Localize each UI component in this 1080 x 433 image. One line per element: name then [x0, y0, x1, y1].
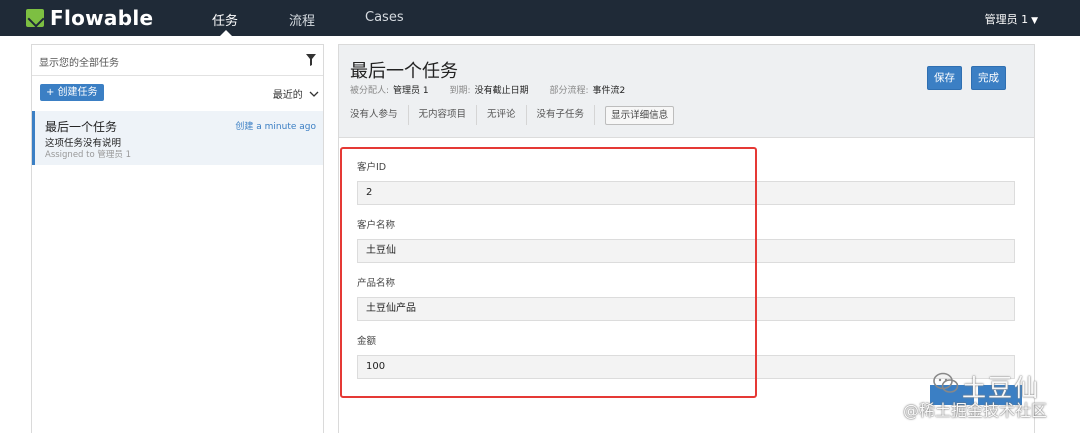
tab-people[interactable]: 没有人参与 — [350, 105, 409, 125]
nav-tab-cases[interactable]: Cases — [365, 10, 404, 25]
task-item-description: 这项任务没有说明 — [45, 138, 122, 149]
show-details-button[interactable]: 显示详细信息 — [605, 105, 675, 125]
task-list-panel: 显示您的全部任务 + 创建任务 最近的 最后一个任务 创建 a minute a… — [31, 44, 324, 433]
complete-button[interactable]: 完成 — [971, 66, 1006, 90]
task-meta: 被分配人: 管理员 1 到期: 没有截止日期 部分流程: 事件流2 — [350, 83, 643, 96]
task-item-name: 最后一个任务 — [45, 120, 118, 134]
process-value[interactable]: 事件流2 — [593, 86, 626, 96]
sort-dropdown[interactable]: 最近的 — [273, 86, 319, 101]
flowable-logo[interactable]: Flowable — [26, 6, 153, 30]
process-label: 部分流程: — [549, 86, 589, 96]
assignee-label: 被分配人: — [350, 86, 390, 96]
logo-text: Flowable — [50, 6, 154, 30]
task-detail-tabs: 没有人参与 无内容项目 无评论 没有子任务 显示详细信息 — [350, 105, 675, 125]
task-item-assignee: Assigned to 管理员 1 — [45, 150, 131, 160]
tab-comments[interactable]: 无评论 — [487, 105, 527, 125]
watermark-community: @稀土掘金技术社区 — [903, 401, 1048, 420]
due-label: 到期: — [449, 86, 471, 96]
highlight-annotation — [340, 147, 757, 398]
active-tab-caret-icon — [220, 30, 232, 36]
sort-label: 最近的 — [272, 90, 303, 101]
wechat-logo-icon — [933, 372, 959, 393]
task-filter[interactable]: 显示您的全部任务 — [32, 45, 323, 76]
task-list-item[interactable]: 最后一个任务 创建 a minute ago 这项任务没有说明 Assigned… — [32, 111, 323, 165]
due-value[interactable]: 没有截止日期 — [475, 86, 529, 96]
filter-funnel-icon[interactable] — [306, 54, 316, 66]
assignee-value[interactable]: 管理员 1 — [393, 86, 429, 96]
save-button[interactable]: 保存 — [927, 66, 962, 90]
user-name: 管理员 1 — [984, 13, 1029, 26]
nav-tab-tasks[interactable]: 任务 — [212, 10, 238, 29]
top-navbar: Flowable 任务 流程 Cases 管理员 1 ▼ — [0, 0, 1080, 36]
task-list-actions: + 创建任务 最近的 — [32, 76, 323, 110]
tab-content[interactable]: 无内容项目 — [419, 105, 478, 125]
create-task-button[interactable]: + 创建任务 — [40, 84, 104, 101]
tab-subtasks[interactable]: 没有子任务 — [537, 105, 596, 125]
chevron-down-icon — [309, 91, 319, 97]
task-title: 最后一个任务 — [350, 61, 458, 82]
chevron-down-icon: ▼ — [1031, 16, 1038, 26]
flowable-logo-icon — [26, 9, 44, 27]
task-header: 最后一个任务 被分配人: 管理员 1 到期: 没有截止日期 部分流程: 事件流2 保存… — [339, 45, 1034, 138]
user-menu[interactable]: 管理员 1 ▼ — [985, 11, 1038, 27]
nav-tab-processes[interactable]: 流程 — [289, 10, 315, 29]
filter-label: 显示您的全部任务 — [39, 58, 119, 69]
task-item-created: 创建 a minute ago — [235, 122, 316, 132]
